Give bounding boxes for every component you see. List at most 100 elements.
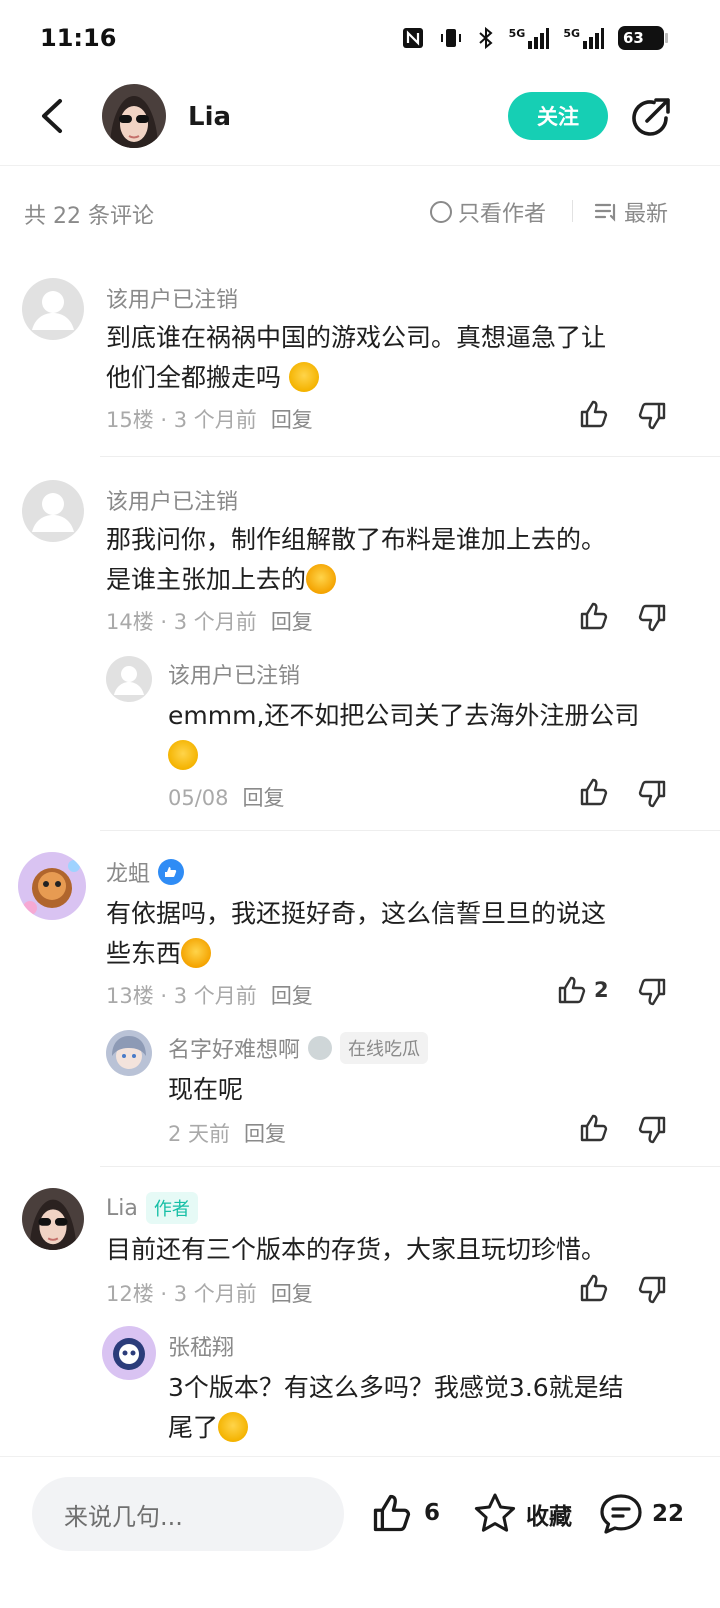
author-name[interactable]: Lia bbox=[188, 102, 231, 132]
reply-avatar[interactable] bbox=[106, 1030, 152, 1076]
signal-icon bbox=[528, 28, 550, 49]
status-bar: 11:16 5G 5G 63 bbox=[0, 0, 720, 80]
comment-text: 到底谁在祸祸中国的游戏公司。真想逼急了让 他们全都搬走吗 bbox=[106, 323, 607, 392]
username[interactable]: 龙蛆 bbox=[106, 856, 185, 888]
reply-meta: 05/08 回复 bbox=[168, 786, 285, 810]
thumbs-up-icon bbox=[373, 1494, 411, 1532]
reply-avatar[interactable] bbox=[106, 656, 152, 702]
like-button[interactable]: 2 bbox=[556, 974, 609, 1006]
thumbs-up-icon bbox=[558, 976, 586, 1004]
thumbs-down-icon bbox=[638, 1276, 666, 1304]
comment-input[interactable]: 来说几句... bbox=[32, 1477, 344, 1551]
like-button[interactable] bbox=[578, 600, 610, 632]
avatar[interactable] bbox=[22, 480, 84, 542]
comment-count: 共 22 条评论 bbox=[24, 204, 154, 229]
avatar[interactable] bbox=[22, 278, 84, 340]
back-arrow-icon bbox=[42, 99, 62, 133]
verified-icon bbox=[158, 859, 185, 885]
radio-icon bbox=[430, 201, 452, 223]
battery-icon: 63 bbox=[618, 26, 668, 50]
sort-button[interactable]: 最新 bbox=[594, 196, 668, 228]
reply-button[interactable]: 回复 bbox=[271, 408, 313, 432]
sweat-emoji-icon bbox=[288, 362, 319, 392]
signal-icon bbox=[583, 28, 604, 49]
reply-avatar[interactable] bbox=[102, 1326, 156, 1380]
reply-text: 现在呢 bbox=[168, 1075, 244, 1104]
username[interactable]: 该用户已注销 bbox=[106, 282, 238, 314]
grin-emoji-icon bbox=[306, 564, 337, 594]
favorite-button[interactable]: 收藏 bbox=[472, 1491, 572, 1537]
signal-5g-1: 5G bbox=[509, 27, 550, 49]
crying-emoji-icon bbox=[218, 1412, 249, 1442]
comment-list[interactable]: 该用户已注销 到底谁在祸祸中国的游戏公司。真想逼急了让 他们全都搬走吗 15楼 … bbox=[0, 256, 720, 1456]
comment-text: 目前还有三个版本的存货，大家且玩切珍惜。 bbox=[106, 1235, 607, 1264]
like-button[interactable] bbox=[578, 776, 610, 808]
divider bbox=[572, 200, 573, 222]
author-only-toggle[interactable]: 只看作者 bbox=[430, 196, 546, 228]
like-button[interactable] bbox=[578, 398, 610, 430]
like-count: 2 bbox=[594, 978, 609, 1002]
reply-button[interactable]: 回复 bbox=[271, 1282, 313, 1306]
avatar[interactable] bbox=[22, 1188, 84, 1250]
username[interactable]: 该用户已注销 bbox=[106, 484, 238, 516]
grin-emoji-icon bbox=[181, 938, 212, 968]
comment-total: 22 bbox=[652, 1501, 685, 1527]
comment-icon bbox=[600, 1494, 642, 1534]
sort-label: 最新 bbox=[624, 202, 669, 227]
mascot-badge-icon bbox=[308, 1036, 333, 1060]
thumbs-down-icon bbox=[638, 978, 666, 1006]
reply-text: 3个版本？有这么多吗？我感觉3.6就是结 尾了 bbox=[168, 1373, 624, 1442]
comments-toolbar: 共 22 条评论 只看作者 最新 bbox=[0, 166, 720, 256]
comment-meta: 12楼 · 3 个月前 回复 bbox=[106, 1282, 313, 1306]
dislike-button[interactable] bbox=[636, 1114, 668, 1150]
author-only-label: 只看作者 bbox=[458, 202, 547, 227]
header: Lia 关注 bbox=[0, 80, 720, 166]
reply-button[interactable]: 回复 bbox=[271, 610, 313, 634]
sort-icon bbox=[594, 203, 616, 222]
reply-username[interactable]: 名字好难想啊 在线吃瓜 bbox=[168, 1032, 429, 1064]
reply-button[interactable]: 回复 bbox=[243, 786, 285, 810]
vibrate-icon bbox=[440, 29, 461, 47]
thumbs-down-icon bbox=[638, 604, 666, 632]
comment-text: 那我问你，制作组解散了布料是谁加上去的。 是谁主张加上去的 bbox=[106, 525, 607, 594]
reply-username[interactable]: 该用户已注销 bbox=[168, 658, 300, 690]
thumbs-down-icon bbox=[638, 1116, 666, 1144]
dislike-button[interactable] bbox=[636, 400, 668, 436]
status-icons: 5G 5G 63 bbox=[401, 26, 668, 50]
dislike-button[interactable] bbox=[636, 976, 668, 1012]
status-time: 11:16 bbox=[40, 24, 117, 52]
user-badge: 在线吃瓜 bbox=[340, 1032, 429, 1064]
share-button[interactable] bbox=[628, 94, 674, 140]
username[interactable]: Lia 作者 bbox=[106, 1192, 198, 1224]
dislike-button[interactable] bbox=[636, 778, 668, 814]
comment-meta: 13楼 · 3 个月前 回复 bbox=[106, 984, 313, 1008]
dislike-button[interactable] bbox=[636, 602, 668, 638]
like-button[interactable] bbox=[578, 1272, 610, 1304]
post-like-button[interactable]: 6 bbox=[370, 1491, 440, 1535]
reply-username[interactable]: 张嵇翔 bbox=[168, 1330, 234, 1362]
reply-button[interactable]: 回复 bbox=[244, 1122, 286, 1146]
back-button[interactable] bbox=[30, 94, 74, 138]
divider bbox=[100, 1166, 720, 1167]
share-icon bbox=[632, 98, 670, 136]
thumbs-down-icon bbox=[638, 402, 666, 430]
comment-text: 有依据吗，我还挺好奇，这么信誓旦旦的说这 些东西 bbox=[106, 899, 607, 968]
post-like-count: 6 bbox=[424, 1500, 441, 1526]
follow-button[interactable]: 关注 bbox=[508, 92, 608, 140]
thumbs-up-icon bbox=[580, 602, 608, 630]
reply-text: emmm,还不如把公司关了去海外注册公司 bbox=[168, 696, 688, 776]
thumbs-up-icon bbox=[580, 1114, 608, 1142]
avatar[interactable] bbox=[18, 852, 86, 920]
bluetooth-icon bbox=[478, 26, 493, 50]
comment-meta: 15楼 · 3 个月前 回复 bbox=[106, 408, 313, 432]
signal-5g-2: 5G bbox=[563, 27, 604, 49]
like-button[interactable] bbox=[578, 1112, 610, 1144]
reply-meta: 2 天前 回复 bbox=[168, 1122, 287, 1146]
comment-meta: 14楼 · 3 个月前 回复 bbox=[106, 610, 313, 634]
author-tag: 作者 bbox=[145, 1192, 198, 1224]
comments-button[interactable]: 22 bbox=[598, 1491, 684, 1537]
author-avatar[interactable] bbox=[102, 84, 166, 148]
dislike-button[interactable] bbox=[636, 1274, 668, 1310]
favorite-label: 收藏 bbox=[526, 1504, 572, 1530]
reply-button[interactable]: 回复 bbox=[271, 984, 313, 1008]
